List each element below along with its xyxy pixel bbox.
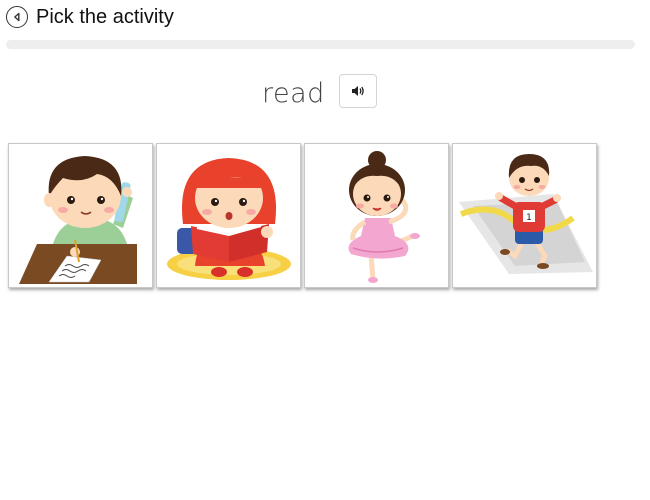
boy-writing-image <box>19 156 137 284</box>
boy-running-image: 1 <box>459 154 593 274</box>
choice-label-read: girl-reading-book <box>157 287 158 288</box>
choice-label-dance: girl-ballet-dancing <box>305 287 306 288</box>
choice-cards: boy-writing-at-desk <box>8 143 608 289</box>
header: Pick the activity <box>0 0 650 36</box>
audio-button[interactable] <box>339 74 377 108</box>
prompt-word: read <box>262 78 325 109</box>
choice-label-run: boy-running-finish-line <box>453 287 454 288</box>
choice-card-write[interactable]: boy-writing-at-desk <box>8 143 153 288</box>
prompt-row: read <box>0 72 650 116</box>
back-button[interactable] <box>6 6 28 28</box>
choice-label-write: boy-writing-at-desk <box>9 287 10 288</box>
speaker-icon <box>352 86 364 96</box>
choice-card-dance[interactable]: girl-ballet-dancing <box>304 143 449 288</box>
bib-number-glyph: 1 <box>526 213 532 223</box>
back-arrow-icon <box>14 12 20 22</box>
progress-bar <box>6 40 635 49</box>
girl-reading-image <box>167 158 291 280</box>
girl-dancing-image <box>348 151 420 283</box>
choice-card-read[interactable]: girl-reading-book <box>156 143 301 288</box>
choice-card-run[interactable]: 1 boy-running-finish-line <box>452 143 597 288</box>
page-title: Pick the activity <box>36 6 174 28</box>
